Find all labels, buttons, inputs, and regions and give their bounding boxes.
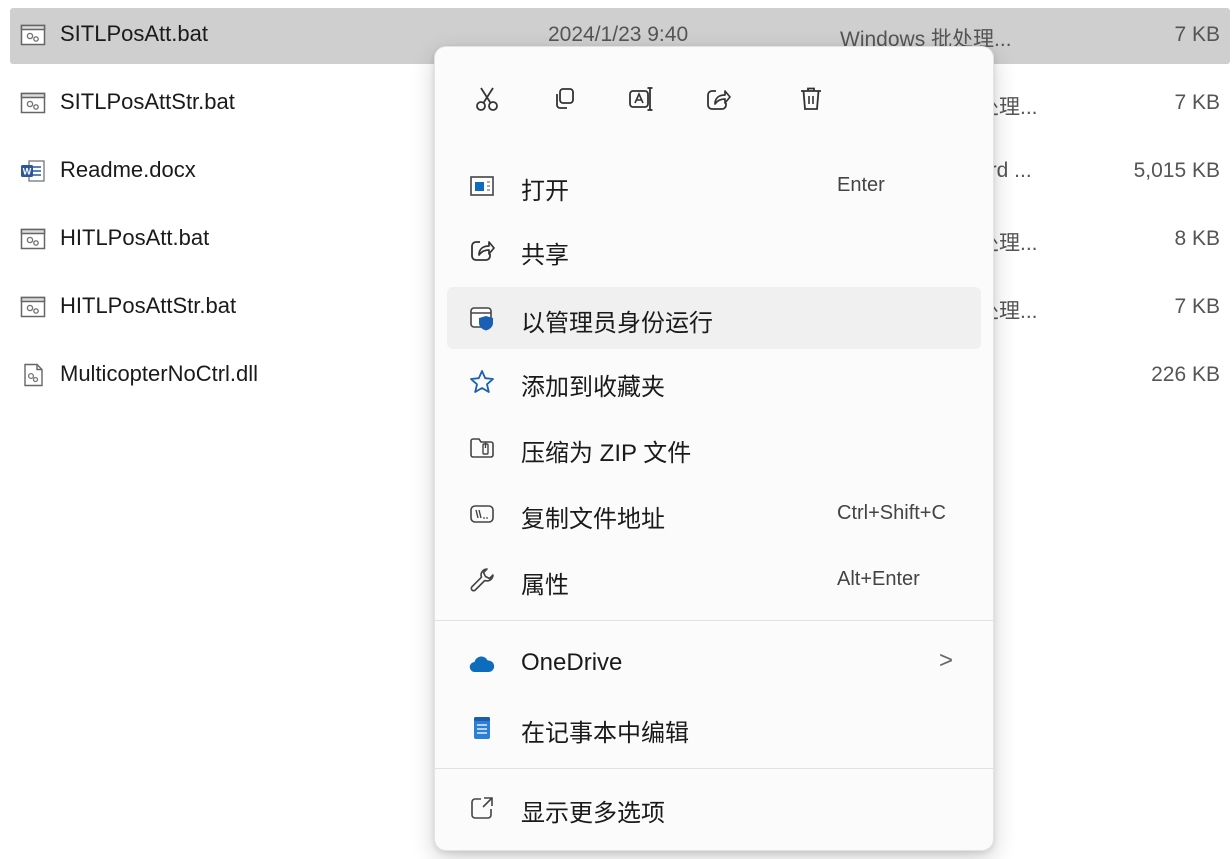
menu-item-add-to-favorites[interactable]: 添加到收藏夹 [447,351,981,413]
cloud-icon [467,649,497,679]
file-name: Readme.docx [60,157,196,182]
chevron-right-icon: > [938,647,953,674]
menu-separator [435,768,993,769]
file-size: 5,015 KB [1133,159,1220,182]
more-options-icon [467,793,497,823]
menu-item-run-as-admin[interactable]: 以管理员身份运行 [447,287,981,349]
menu-item-label: 共享 [521,242,569,269]
scissors-icon [476,87,498,111]
open-window-icon [467,171,497,201]
menu-item-label: 属性 [521,572,569,599]
file-name: SITLPosAtt.bat [60,21,208,46]
share-icon [467,235,497,265]
copy-button[interactable] [542,77,586,121]
copy-path-icon [467,499,497,529]
wrench-icon [467,565,497,595]
notepad-icon [467,713,497,743]
cut-button[interactable] [465,77,509,121]
file-size: 8 KB [1174,227,1220,250]
file-name: HITLPosAttStr.bat [60,293,237,318]
file-name: HITLPosAtt.bat [60,225,210,250]
menu-item-label: 显示更多选项 [521,800,665,827]
trash-icon [801,87,821,110]
batch-file-icon [20,226,46,252]
menu-item-compress-zip[interactable]: 压缩为 ZIP 文件 [447,417,981,479]
svg-text:W: W [23,167,32,177]
share-icon [707,90,731,110]
rename-icon [629,87,653,111]
batch-file-icon [20,90,46,116]
menu-item-label: 以管理员身份运行 [521,310,713,337]
file-name: SITLPosAttStr.bat [60,89,235,114]
file-size: 7 KB [1174,91,1220,114]
rename-button[interactable] [619,77,663,121]
file-size: 226 KB [1151,363,1220,386]
copy-icon [556,88,574,109]
admin-shield-icon [467,303,497,333]
menu-separator [435,620,993,621]
menu-item-label: 复制文件地址 [521,506,665,533]
menu-item-open[interactable]: 打开 Enter [447,155,981,217]
menu-item-label: 添加到收藏夹 [521,374,665,401]
file-size: 7 KB [1174,23,1220,46]
menu-item-shortcut: Ctrl+Shift+C [837,502,946,524]
batch-file-icon [20,22,46,48]
word-document-icon: W [20,158,46,184]
menu-item-copy-path[interactable]: 复制文件地址 Ctrl+Shift+C [447,483,981,545]
star-icon [467,367,497,397]
context-menu-toolbar [435,47,993,151]
menu-item-label: 压缩为 ZIP 文件 [521,440,692,467]
batch-file-icon [20,294,46,320]
file-name: MulticopterNoCtrl.dll [60,361,259,386]
menu-item-shortcut: Enter [837,174,885,196]
menu-item-properties[interactable]: 属性 Alt+Enter [447,549,981,611]
menu-item-edit-in-notepad[interactable]: 在记事本中编辑 [447,697,981,759]
menu-item-label: 在记事本中编辑 [521,720,689,747]
dll-file-icon [20,362,46,388]
menu-item-share[interactable]: 共享 [447,219,981,281]
menu-item-show-more-options[interactable]: 显示更多选项 [447,777,981,839]
delete-button[interactable] [789,77,833,121]
context-menu: 打开 Enter 共享 以管理员身份运行 添加到收藏夹 压缩为 ZIP 文件 复… [434,46,994,851]
file-size: 7 KB [1174,295,1220,318]
zip-folder-icon [467,433,497,463]
file-date: 2024/1/23 9:40 [548,23,689,46]
menu-item-label: OneDrive [521,649,623,676]
menu-item-label: 打开 [521,178,569,205]
menu-item-onedrive[interactable]: OneDrive > [447,633,981,695]
share-button[interactable] [696,77,740,121]
menu-item-shortcut: Alt+Enter [837,568,920,590]
